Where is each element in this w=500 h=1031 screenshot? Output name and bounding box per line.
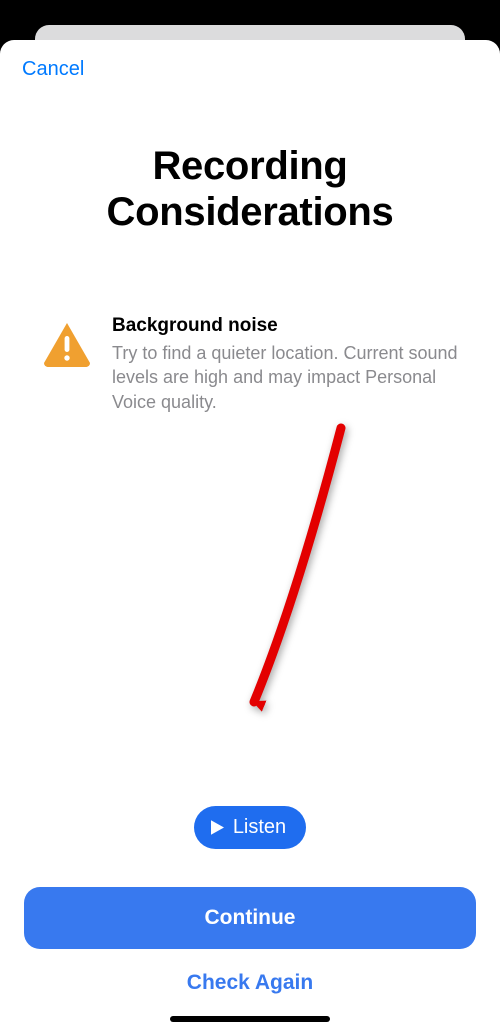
- check-again-button[interactable]: Check Again: [24, 949, 476, 1007]
- listen-button[interactable]: Listen: [194, 806, 306, 849]
- home-indicator: [170, 1016, 330, 1022]
- cancel-button[interactable]: Cancel: [22, 58, 84, 81]
- title-line-1: Recording: [152, 144, 347, 188]
- page-title: Recording Considerations: [30, 143, 470, 235]
- title-line-2: Considerations: [107, 190, 394, 234]
- footer: Continue Check Again: [0, 887, 500, 1031]
- listen-label: Listen: [233, 816, 286, 839]
- device-frame: Cancel Recording Considerations Backgrou…: [0, 0, 500, 1031]
- consideration-row: Background noise Try to find a quieter l…: [30, 315, 470, 414]
- consideration-heading: Background noise: [112, 315, 458, 337]
- modal-sheet: Cancel Recording Considerations Backgrou…: [0, 40, 500, 1031]
- content-area: Recording Considerations Background nois…: [0, 81, 500, 887]
- consideration-body: Try to find a quieter location. Current …: [112, 341, 458, 414]
- nav-bar: Cancel: [0, 40, 500, 81]
- play-icon: [210, 819, 225, 836]
- annotation-arrow-icon: [136, 420, 356, 740]
- warning-triangle-icon: [42, 321, 92, 372]
- continue-button[interactable]: Continue: [24, 887, 476, 949]
- listen-area: Listen: [30, 414, 470, 887]
- consideration-text: Background noise Try to find a quieter l…: [112, 315, 458, 414]
